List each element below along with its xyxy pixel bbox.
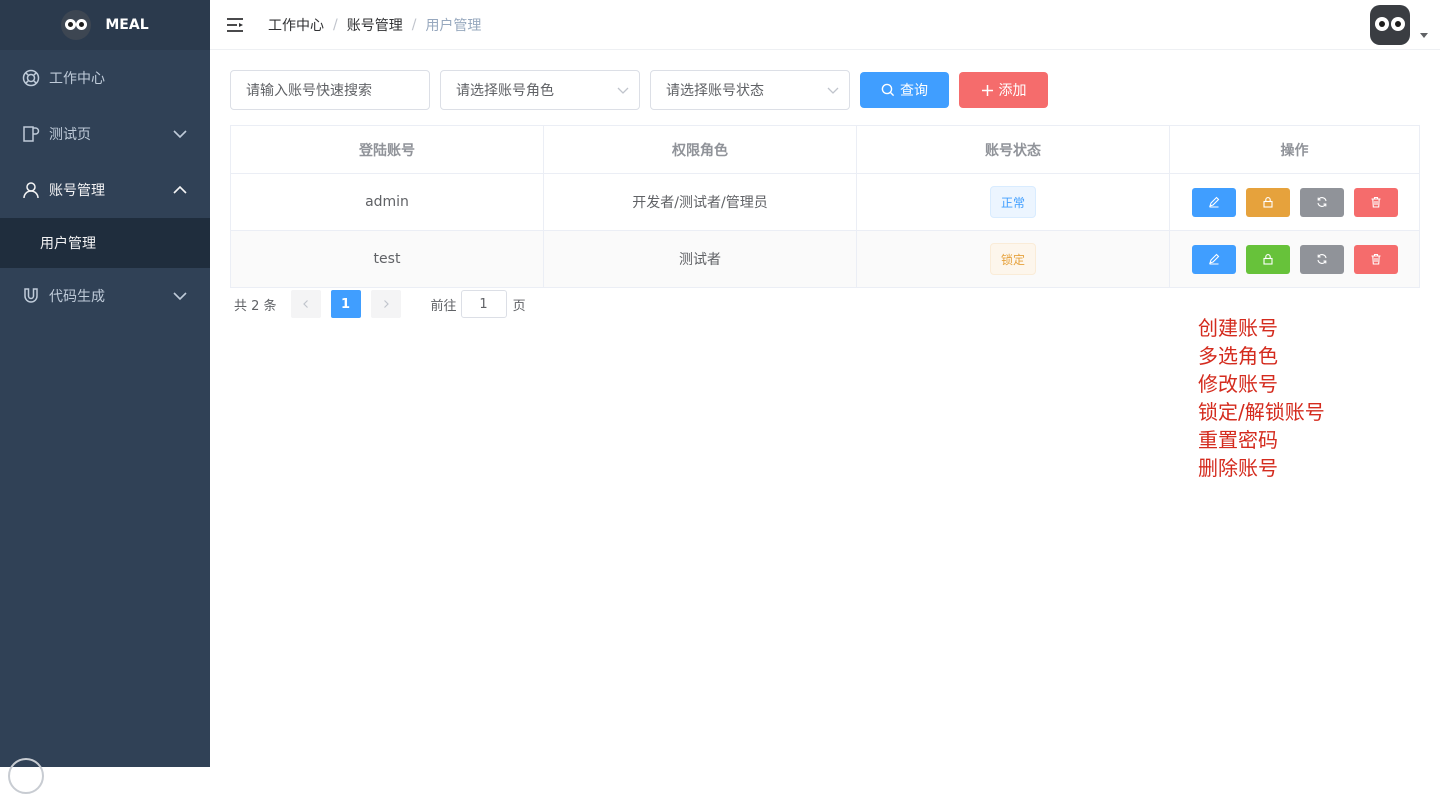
note-line: 修改账号 <box>1198 372 1278 396</box>
reset-password-button[interactable] <box>1299 244 1344 274</box>
sidebar-item-account[interactable]: 账号管理 <box>0 162 210 218</box>
trash-icon <box>1371 253 1380 265</box>
table-row[interactable]: admin 开发者/测试者/管理员 正常 <box>231 174 1419 231</box>
status-select[interactable]: 请选择账号状态 <box>650 70 850 110</box>
note-line: 重置密码 <box>1198 428 1278 452</box>
sidebar-item-workcenter[interactable]: 工作中心 <box>0 50 210 106</box>
sidebar-logo[interactable]: MEAL <box>0 0 210 50</box>
column-header: 权限角色 <box>544 126 857 173</box>
role-select-placeholder: 请选择账号角色 <box>456 83 554 99</box>
query-button-label: 查询 <box>900 83 928 99</box>
lock-button[interactable] <box>1245 187 1290 217</box>
column-header: 账号状态 <box>857 126 1170 173</box>
roles-cell: 开发者/测试者/管理员 <box>544 174 857 230</box>
delete-button[interactable] <box>1353 244 1398 274</box>
sidebar-item-user-management[interactable]: 用户管理 <box>0 218 210 268</box>
unlock-icon <box>1262 254 1273 265</box>
lifebuoy-icon <box>22 69 40 87</box>
column-header: 操作 <box>1280 142 1309 159</box>
sidebar-subitem-label: 用户管理 <box>40 236 96 252</box>
roles-cell: 测试者 <box>544 231 857 287</box>
pagination-total: 共 2 条 <box>234 298 277 314</box>
pagination: 共 2 条 1 前往 1 页 <box>234 290 526 318</box>
prev-page-button[interactable] <box>290 290 321 318</box>
logo-avatar-icon <box>61 10 92 40</box>
reset-password-button[interactable] <box>1299 187 1344 217</box>
status-cell: 锁定 <box>857 231 1170 287</box>
sidebar-item-label: 工作中心 <box>49 71 105 87</box>
table-row[interactable]: test 测试者 锁定 <box>231 231 1419 288</box>
table-header: 登陆账号 权限角色 账号状态 操作 <box>231 126 1419 174</box>
user-avatar[interactable] <box>1370 5 1410 45</box>
magnet-icon <box>22 287 40 305</box>
breadcrumb: 工作中心 / 账号管理 / 用户管理 <box>268 15 481 35</box>
search-input[interactable]: 请输入账号快速搜索 <box>230 70 430 110</box>
caret-down-icon[interactable] <box>1420 33 1428 38</box>
add-button-label: 添加 <box>998 83 1027 99</box>
edit-button[interactable] <box>1191 187 1236 217</box>
sidebar: MEAL 工作中心 测试页 账号管理 用户管理 代码生成 <box>0 0 210 794</box>
status-cell: 正常 <box>857 174 1170 230</box>
chevron-down-icon <box>617 87 629 94</box>
plus-icon <box>981 84 993 96</box>
breadcrumb-item[interactable]: 工作中心 <box>268 15 324 35</box>
add-button[interactable]: 添加 <box>959 72 1048 108</box>
page-number[interactable]: 1 <box>330 290 361 318</box>
note-line: 删除账号 <box>1198 456 1278 480</box>
user-icon <box>22 181 40 199</box>
breadcrumb-current: 用户管理 <box>425 17 482 34</box>
goto-label: 前往 <box>430 298 457 314</box>
search-icon <box>881 83 895 97</box>
account-cell: test <box>231 231 544 287</box>
chevron-left-icon <box>302 300 308 308</box>
hamburger-icon[interactable] <box>226 16 244 34</box>
unlock-button[interactable] <box>1245 244 1290 274</box>
note-line: 创建账号 <box>1198 316 1278 340</box>
next-page-button[interactable] <box>370 290 401 318</box>
sidebar-item-label: 测试页 <box>49 127 91 143</box>
status-badge: 正常 <box>989 186 1036 218</box>
query-button[interactable]: 查询 <box>860 72 949 108</box>
actions-cell <box>1170 231 1419 287</box>
refresh-icon <box>1316 197 1327 207</box>
account-cell: admin <box>231 174 544 230</box>
goto-page-input[interactable]: 1 <box>460 290 507 318</box>
note-line: 多选角色 <box>1198 344 1278 368</box>
navbar: 工作中心 / 账号管理 / 用户管理 <box>210 0 1440 50</box>
edit-button[interactable] <box>1191 244 1236 274</box>
page-unit-label: 页 <box>512 298 526 314</box>
delete-button[interactable] <box>1353 187 1398 217</box>
chevron-down-icon <box>827 87 839 94</box>
sidebar-item-label: 代码生成 <box>49 289 105 305</box>
edit-icon <box>1208 196 1219 208</box>
search-placeholder: 请输入账号快速搜索 <box>246 83 372 99</box>
breadcrumb-separator: / <box>411 16 417 33</box>
breadcrumb-item[interactable]: 账号管理 <box>347 15 403 35</box>
user-table: 登陆账号 权限角色 账号状态 操作 admin 开发者/测试者/管理员 正常 t… <box>230 125 1420 288</box>
column-header: 登陆账号 <box>231 126 544 173</box>
sidebar-bottom-avatar[interactable] <box>8 758 44 794</box>
feature-notes: 创建账号 多选角色 修改账号 锁定/解锁账号 重置密码 删除账号 <box>1198 314 1325 482</box>
note-line: 锁定/解锁账号 <box>1198 400 1325 424</box>
chevron-down-icon <box>173 292 187 301</box>
refresh-icon <box>1316 254 1327 264</box>
chevron-right-icon <box>383 300 389 308</box>
edit-icon <box>1208 253 1219 265</box>
app-name: MEAL <box>105 17 149 33</box>
sidebar-item-testpage[interactable]: 测试页 <box>0 106 210 162</box>
role-select[interactable]: 请选择账号角色 <box>440 70 640 110</box>
status-badge: 锁定 <box>989 243 1036 275</box>
status-select-placeholder: 请选择账号状态 <box>666 83 764 99</box>
sidebar-item-codegen[interactable]: 代码生成 <box>0 268 210 324</box>
document-icon <box>22 125 40 143</box>
breadcrumb-separator: / <box>333 16 338 33</box>
trash-icon <box>1371 196 1380 208</box>
lock-icon <box>1262 197 1273 208</box>
actions-cell <box>1170 174 1419 230</box>
sidebar-item-label: 账号管理 <box>49 183 105 199</box>
chevron-up-icon <box>173 185 187 194</box>
chevron-down-icon <box>173 130 187 139</box>
